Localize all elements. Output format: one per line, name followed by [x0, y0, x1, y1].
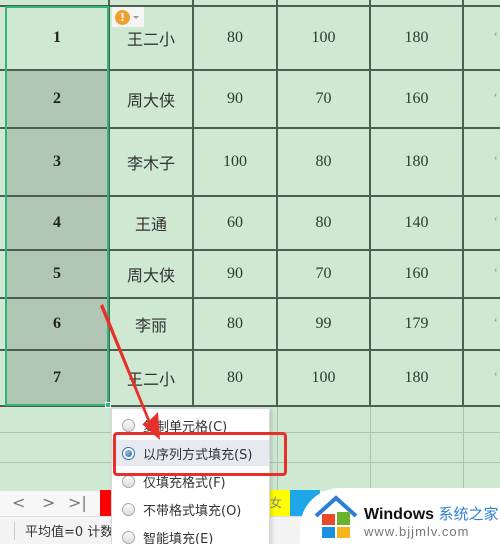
score-cell-1[interactable]: 90 — [193, 70, 277, 128]
total-cell[interactable]: 160 — [370, 250, 463, 298]
total-cell[interactable]: 140 — [370, 196, 463, 250]
total-cell[interactable]: 180 — [370, 350, 463, 406]
selected-range[interactable] — [5, 6, 109, 406]
menu-item-label: 智能填充(E) — [143, 531, 214, 544]
gridline — [462, 0, 464, 406]
score-cell-1[interactable]: 80 — [193, 350, 277, 406]
gridline — [369, 0, 371, 406]
autofill-options-button[interactable]: ! — [112, 7, 144, 27]
gridline — [192, 0, 194, 406]
edge-cell[interactable]: ‘ — [463, 298, 500, 350]
edge-cell[interactable]: ‘ — [463, 128, 500, 196]
score-cell-2[interactable]: 99 — [277, 298, 370, 350]
total-cell[interactable]: 179 — [370, 298, 463, 350]
menu-item-label: 不带格式填充(O) — [143, 503, 242, 519]
score-cell-1[interactable]: 80 — [193, 6, 277, 70]
name-cell[interactable]: 周大侠 — [109, 250, 193, 298]
status-summary: 平均值=0 计数 — [25, 525, 114, 540]
edge-cell[interactable]: ‘ — [463, 196, 500, 250]
score-cell-1[interactable]: 60 — [193, 196, 277, 250]
total-cell[interactable]: 160 — [370, 70, 463, 128]
watermark-title: Windows 系统之家 — [364, 503, 499, 524]
warning-icon: ! — [115, 9, 130, 25]
score-cell-2[interactable]: 100 — [277, 350, 370, 406]
score-cell-2[interactable]: 80 — [277, 196, 370, 250]
score-cell-1[interactable]: 80 — [193, 298, 277, 350]
prev-sheet-button[interactable]: < — [12, 493, 25, 512]
next-sheet-button[interactable]: > — [42, 493, 55, 512]
watermark-brand-cn: 系统之家 — [438, 505, 499, 523]
total-cell[interactable]: 180 — [370, 6, 463, 70]
edge-cell[interactable]: ‘ — [463, 6, 500, 70]
radio-button[interactable] — [122, 474, 135, 488]
last-sheet-button[interactable]: >| — [68, 493, 87, 512]
name-cell[interactable]: 王二小 — [109, 350, 193, 406]
radio-button[interactable] — [122, 530, 135, 544]
name-cell[interactable]: 李丽 — [109, 298, 193, 350]
gridline — [370, 406, 371, 490]
score-cell-2[interactable]: 80 — [277, 128, 370, 196]
menu-item-fill-without-formatting[interactable]: 不带格式填充(O) — [112, 496, 269, 522]
edge-cell[interactable]: ‘ — [463, 250, 500, 298]
gridline — [463, 406, 464, 490]
edge-cell[interactable]: ‘ — [463, 350, 500, 406]
watermark-url: www.bjjmlv.com — [364, 524, 470, 539]
score-cell-2[interactable]: 70 — [277, 250, 370, 298]
radio-button[interactable] — [122, 418, 135, 432]
score-cell-2[interactable]: 100 — [277, 6, 370, 70]
score-cell-1[interactable]: 90 — [193, 250, 277, 298]
score-cell-2[interactable]: 70 — [277, 70, 370, 128]
sheet-tab-label: 女 — [270, 496, 283, 510]
chevron-down-icon — [133, 15, 139, 19]
menu-item-flash-fill[interactable]: 智能填充(E) — [112, 524, 269, 544]
annotation-highlight-box — [113, 432, 287, 476]
autofill-options-menu: 复制单元格(C) 以序列方式填充(S) 仅填充格式(F) 不带格式填充(O) 智… — [111, 408, 270, 544]
divider — [14, 522, 15, 540]
radio-button[interactable] — [122, 502, 135, 516]
gridline — [276, 0, 278, 406]
total-cell[interactable]: 180 — [370, 128, 463, 196]
spreadsheet-window: 1 王二小 80 100 180 ‘2 周大侠 90 70 160 ‘3 李木子 100 80 180 ‘4 王… — [0, 0, 500, 544]
edge-cell[interactable]: ‘ — [463, 70, 500, 128]
windows-house-logo-icon — [314, 495, 358, 538]
name-cell[interactable]: 李木子 — [109, 128, 193, 196]
name-cell[interactable]: 王通 — [109, 196, 193, 250]
name-cell[interactable]: 周大侠 — [109, 70, 193, 128]
score-cell-1[interactable]: 100 — [193, 128, 277, 196]
watermark-brand: Windows — [364, 506, 435, 523]
